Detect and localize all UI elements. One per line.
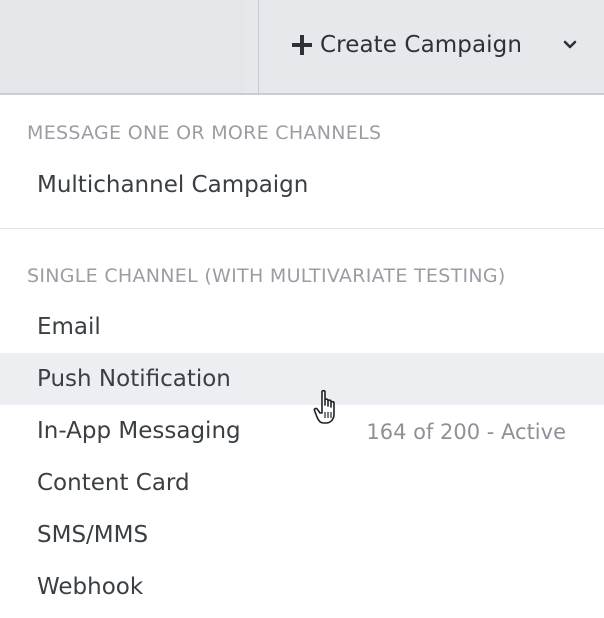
menu-item-email[interactable]: Email [0, 301, 604, 353]
menu-item-label: Content Card [37, 470, 190, 496]
hand-pointer-icon [313, 389, 335, 424]
menu-item-sms-mms[interactable]: SMS/MMS [0, 509, 604, 561]
chevron-down-icon[interactable] [563, 39, 577, 51]
menu-item-in-app-messaging[interactable]: In-App Messaging 164 of 200 - Active [0, 405, 604, 457]
menu-item-label: Webhook [37, 574, 144, 600]
menu-item-webhook[interactable]: Webhook [0, 561, 604, 613]
section-separator [0, 228, 604, 229]
menu-item-label: In-App Messaging [37, 418, 241, 444]
menu-item-push-notification[interactable]: Push Notification [0, 353, 604, 405]
menu-item-label: SMS/MMS [37, 522, 149, 548]
section-header-single-channel: SINGLE CHANNEL (WITH MULTIVARIATE TESTIN… [27, 265, 506, 287]
section-header-multichannel: MESSAGE ONE OR MORE CHANNELS [27, 122, 382, 144]
create-campaign-label: Create Campaign [320, 32, 523, 58]
create-campaign-button[interactable]: Create Campaign [259, 0, 604, 93]
menu-item-content-card[interactable]: Content Card [0, 457, 604, 509]
plus-icon [292, 35, 312, 55]
in-app-messaging-usage-count: 164 of 200 - Active [366, 420, 566, 444]
menu-item-label: Multichannel Campaign [37, 172, 309, 198]
menu-item-label: Email [37, 314, 101, 340]
toolbar-left-panel [0, 0, 244, 93]
create-campaign-dropdown-menu: MESSAGE ONE OR MORE CHANNELS Multichanne… [0, 95, 604, 618]
menu-item-multichannel-campaign[interactable]: Multichannel Campaign [0, 159, 604, 211]
top-toolbar: Create Campaign [0, 0, 604, 95]
menu-item-label: Push Notification [37, 366, 231, 392]
